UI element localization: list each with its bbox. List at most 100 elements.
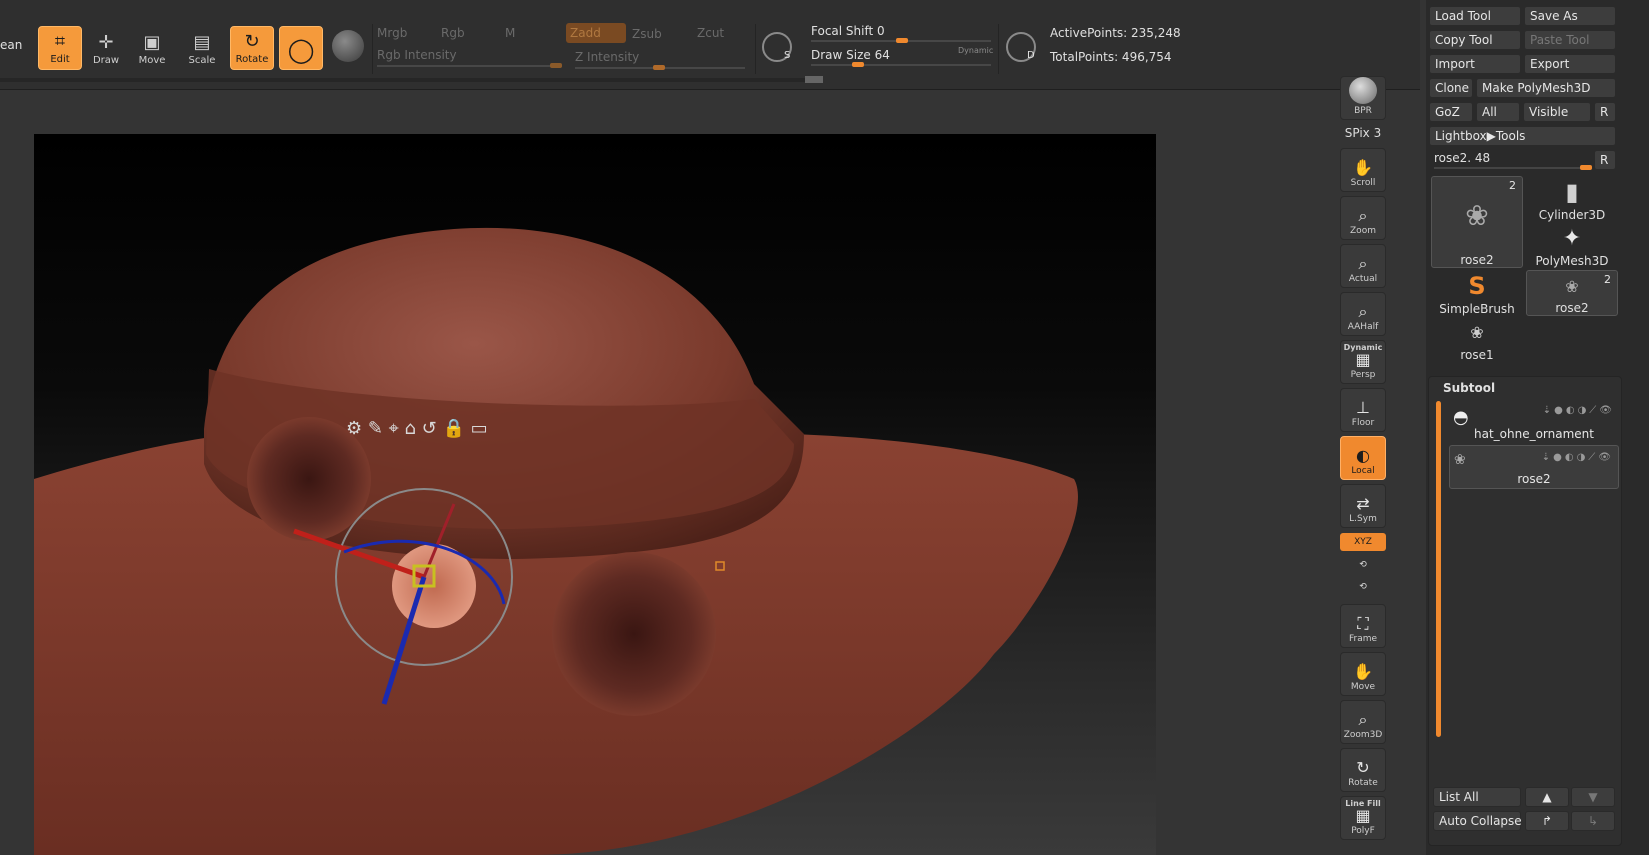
dynamic-button[interactable]: Dynamic	[958, 46, 993, 55]
symmetry-icon: ⇄	[1356, 494, 1370, 513]
rose-icon: ❀	[1470, 322, 1484, 342]
z-intensity-knob[interactable]	[653, 65, 665, 70]
draw-button[interactable]: ✛ Draw	[84, 26, 128, 70]
lsym-button[interactable]: ⇄ L.Sym	[1340, 484, 1386, 528]
draw-size-label: Draw Size 64	[811, 48, 890, 62]
focal-shift-label: Focal Shift 0	[811, 24, 885, 38]
lightbox-tools-button[interactable]: Lightbox▶Tools	[1429, 126, 1616, 146]
hand-icon: ✋	[1353, 158, 1373, 177]
active-points: ActivePoints: 235,248	[1050, 26, 1181, 40]
actual-button[interactable]: ⌕ Actual	[1340, 244, 1386, 288]
mrgb-button[interactable]: Mrgb	[377, 26, 407, 40]
tool-slider[interactable]	[1434, 167, 1592, 169]
draw-size-knob[interactable]	[852, 62, 864, 67]
scale-button[interactable]: ▤ Scale	[180, 26, 224, 70]
tool-thumb-cylinder3d[interactable]: ▮ Cylinder3D	[1526, 176, 1618, 222]
document-canvas[interactable]: ⚙ ✎ ⌖ ⌂ ↺ 🔒 ▭	[34, 134, 1156, 855]
m-button[interactable]: M	[505, 26, 515, 40]
redirect-icon[interactable]: ↱	[1525, 811, 1569, 831]
star-icon: ✦	[1562, 225, 1582, 251]
subtool-toggles[interactable]: ⇣●◐◑⟋👁	[1543, 405, 1615, 416]
cylinder-icon: ▮	[1565, 178, 1579, 206]
all-button[interactable]: All	[1476, 102, 1520, 122]
export-button[interactable]: Export	[1524, 54, 1616, 74]
zadd-button[interactable]: Zadd	[566, 23, 626, 43]
spix-control[interactable]: SPix 3	[1340, 124, 1386, 142]
rotate-z-icon[interactable]: ⟲	[1340, 578, 1386, 596]
list-all-button[interactable]: List All	[1433, 787, 1521, 807]
tool-thumb-rose2[interactable]: 2 ❀ rose2	[1431, 176, 1523, 268]
draw-size-slider[interactable]	[811, 64, 991, 66]
top-toolbar: ean ⌗ Edit ✛ Draw ▣ Move ▤ Scale ↻ Rotat…	[0, 0, 1420, 90]
r-button[interactable]: R	[1594, 102, 1616, 122]
subtool-item-rose2[interactable]: ❀ ⇣●◐◑⟋👁 rose2	[1449, 445, 1619, 489]
rgb-intensity-knob[interactable]	[550, 63, 562, 68]
visible-button[interactable]: Visible	[1523, 102, 1591, 122]
import-button[interactable]: Import	[1429, 54, 1521, 74]
rose-right	[552, 552, 716, 716]
gizmo-button[interactable]: ◯	[279, 26, 323, 70]
floor-button[interactable]: ⊥ Floor	[1340, 388, 1386, 432]
edit-button[interactable]: ⌗ Edit	[38, 26, 82, 70]
move-up-arrow-icon[interactable]: ▲	[1525, 787, 1569, 807]
current-tool-label: rose2. 48	[1434, 151, 1491, 165]
subtool-scrollbar[interactable]	[1436, 401, 1441, 737]
tool-thumb-simplebrush[interactable]: S SimpleBrush	[1431, 270, 1523, 316]
clean-button-label[interactable]: ean	[0, 38, 22, 52]
xyz-button[interactable]: XYZ	[1340, 533, 1386, 551]
tool-thumb-rose2-b[interactable]: 2 ❀ rose2	[1526, 270, 1618, 316]
material-sphere-icon[interactable]	[332, 30, 364, 62]
r-button-2[interactable]: R	[1594, 150, 1616, 170]
zoom3d-button[interactable]: ⌕ Zoom3D	[1340, 700, 1386, 744]
zcut-button[interactable]: Zcut	[697, 26, 724, 40]
rgb-button[interactable]: Rgb	[441, 26, 465, 40]
edit-icon: ⌗	[54, 31, 66, 52]
move-button[interactable]: ▣ Move	[130, 26, 174, 70]
copy-tool-button[interactable]: Copy Tool	[1429, 30, 1521, 50]
gizmo-icon: ◯	[287, 36, 315, 64]
redirect-down-icon[interactable]: ↳	[1571, 811, 1615, 831]
rgb-intensity-slider[interactable]	[377, 65, 562, 67]
tool-thumb-rose1[interactable]: ❀ rose1	[1431, 316, 1523, 363]
move-down-arrow-icon[interactable]: ▼	[1571, 787, 1615, 807]
zsub-button[interactable]: Zsub	[632, 27, 662, 41]
tool-slider-knob[interactable]	[1580, 165, 1592, 170]
local-button[interactable]: ◐ Local	[1340, 436, 1386, 480]
divider	[998, 24, 999, 74]
save-as-button[interactable]: Save As	[1524, 6, 1616, 26]
auto-collapse-button[interactable]: Auto Collapse	[1433, 811, 1522, 831]
scroll-track[interactable]	[0, 78, 820, 82]
subtool-item-hat[interactable]: ◓ ⇣●◐◑⟋👁 hat_ohne_ornament	[1449, 399, 1619, 443]
paste-tool-button[interactable]: Paste Tool	[1524, 30, 1616, 50]
frame-button[interactable]: ⛶ Frame	[1340, 604, 1386, 648]
zoom-button[interactable]: ⌕ Zoom	[1340, 196, 1386, 240]
goz-button[interactable]: GoZ	[1429, 102, 1473, 122]
persp-button[interactable]: Dynamic ▦ Persp	[1340, 340, 1386, 384]
rotate-view-button[interactable]: ↻ Rotate	[1340, 748, 1386, 792]
bpr-button[interactable]: BPR	[1340, 76, 1386, 120]
move-view-button[interactable]: ✋ Move	[1340, 652, 1386, 696]
focal-shift-knob[interactable]	[896, 38, 908, 43]
make-polymesh-button[interactable]: Make PolyMesh3D	[1476, 78, 1616, 98]
rotate-button[interactable]: ↻ Rotate	[230, 26, 274, 70]
subtool-toggles[interactable]: ⇣●◐◑⟋👁	[1542, 452, 1614, 463]
simplebrush-icon: S	[1468, 272, 1486, 300]
magnifier-icon: ⌕	[1358, 254, 1368, 273]
z-intensity-label: Z Intensity	[575, 50, 640, 64]
tool-thumb-polymesh3d[interactable]: ✦ PolyMesh3D	[1526, 222, 1618, 269]
scroll-thumb[interactable]	[805, 76, 823, 83]
floor-icon: ⊥	[1356, 398, 1370, 417]
hat-icon: ◓	[1453, 407, 1469, 428]
scroll-button[interactable]: ✋ Scroll	[1340, 148, 1386, 192]
aahalf-button[interactable]: ⌕ AAHalf	[1340, 292, 1386, 336]
gizmo-toolbar-icons: ⚙ ✎ ⌖ ⌂ ↺ 🔒 ▭	[346, 418, 488, 439]
load-tool-button[interactable]: Load Tool	[1429, 6, 1521, 26]
local-icon: ◐	[1356, 446, 1370, 465]
magnifier-icon: ⌕	[1358, 206, 1368, 225]
rotate-y-icon[interactable]: ⟲	[1340, 556, 1386, 574]
polyf-button[interactable]: Line Fill ▦ PolyF	[1340, 796, 1386, 840]
divider	[755, 24, 756, 74]
clone-button[interactable]: Clone	[1429, 78, 1473, 98]
grid-icon: ▦	[1355, 806, 1371, 825]
grid-icon: ▦	[1355, 350, 1371, 369]
